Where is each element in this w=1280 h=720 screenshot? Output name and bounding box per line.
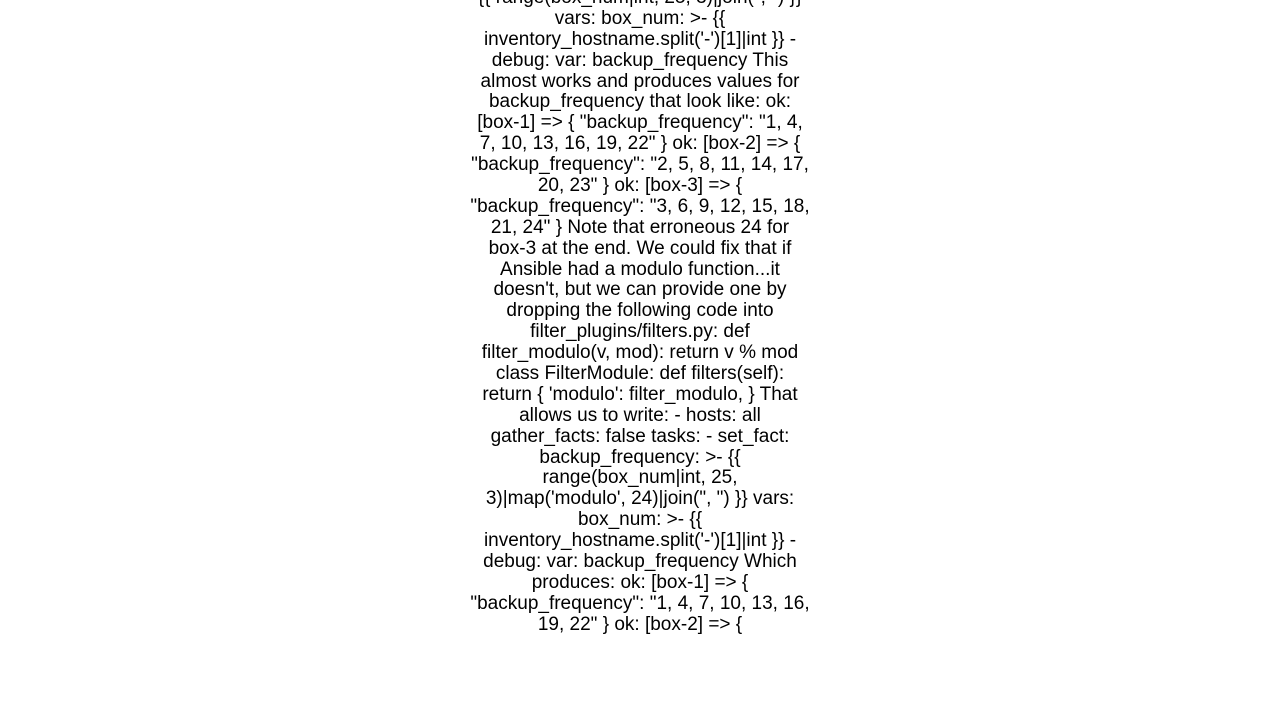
text-content: {{ range(box_num|int, 25, 3)|join(", ") …: [470, 0, 810, 636]
